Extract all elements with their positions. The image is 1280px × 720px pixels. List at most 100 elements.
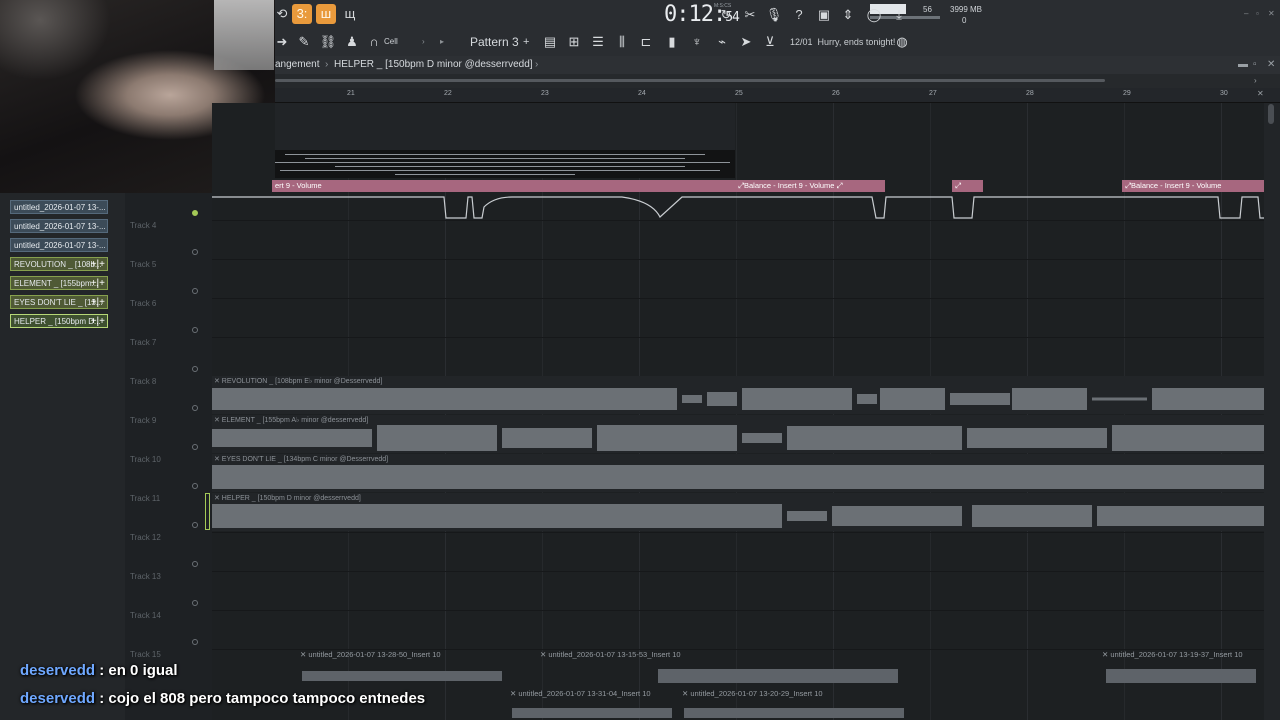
automation-curve[interactable]	[212, 193, 1264, 223]
audio-clip[interactable]: ✕ untitled_2026-01-07 13-31-04_Insert 10	[508, 688, 678, 720]
track-name[interactable]: Track 15	[130, 650, 161, 659]
track-name[interactable]: Track 11	[130, 494, 160, 503]
clip-label: ✕ untitled_2026-01-07 13-28-50_Insert 10	[300, 650, 441, 659]
track-name[interactable]: Track 14	[130, 611, 161, 620]
audio-clip[interactable]: ✕ EYES DON'T LIE _ [134bpm C minor @Dess…	[212, 454, 1264, 492]
project-title[interactable]: HELPER _ [150bpm D minor @desserrvedd]	[334, 59, 533, 70]
playlist-icon[interactable]: ▤	[540, 32, 560, 52]
scroll-right-icon[interactable]: ›	[1254, 76, 1257, 85]
window-minimize-icon[interactable]: ▬	[1238, 59, 1248, 70]
vertical-scroll[interactable]	[1264, 103, 1280, 720]
track-enable-toggle[interactable]	[192, 522, 198, 528]
track-enable-toggle[interactable]	[192, 444, 198, 450]
track-enable-toggle[interactable]	[192, 639, 198, 645]
audio-clip[interactable]: ✕ HELPER _ [150bpm D minor @desserrvedd]	[212, 493, 1264, 531]
mixer-icon[interactable]: ⫼	[612, 32, 632, 52]
track-enable-toggle[interactable]	[192, 210, 198, 216]
help-icon[interactable]: ?	[789, 5, 809, 25]
track-enable-toggle[interactable]	[192, 405, 198, 411]
picker-item[interactable]: ELEMENT _ [155bpm... +|+	[10, 276, 108, 290]
brush-icon[interactable]: ⌁	[712, 32, 732, 52]
track-name[interactable]: Track 7	[130, 338, 156, 347]
window-restore-icon[interactable]: ▫	[1253, 59, 1257, 70]
add-pattern-icon[interactable]: +	[523, 36, 529, 48]
automation-clip[interactable]: ⤢	[952, 180, 983, 192]
pattern-selector[interactable]: Pattern 3	[470, 35, 519, 49]
automation-clip[interactable]: ⤢Balance - Insert 9 - Volume ⤢	[735, 180, 885, 192]
track-enable-toggle[interactable]	[192, 600, 198, 606]
close-icon[interactable]: ✕	[1268, 9, 1275, 18]
maximize-icon[interactable]: ▫	[1256, 9, 1259, 18]
tools-icon[interactable]: ✂	[740, 5, 760, 25]
pattern-prev-icon[interactable]: ▸	[440, 37, 444, 46]
globe-icon[interactable]: ◍	[892, 32, 912, 52]
picker-item[interactable]: untitled_2026-01-07 13-...	[10, 238, 108, 252]
picker-item[interactable]: untitled_2026-01-07 13-...	[10, 219, 108, 233]
vertical-scroll-thumb[interactable]	[1268, 104, 1274, 124]
track-enable-toggle[interactable]	[192, 249, 198, 255]
stamp-icon[interactable]: ♟	[342, 32, 362, 52]
picker-item[interactable]: REVOLUTION _ [108b... +|+	[10, 257, 108, 271]
audio-clip[interactable]: ✕ REVOLUTION _ [108bpm E♭ minor @Desserr…	[212, 376, 1264, 414]
timeline-ruler[interactable]: 21 22 23 24 25 26 27 28 29 30 ✕	[275, 88, 1280, 103]
track-name[interactable]: Track 6	[130, 299, 156, 308]
breadcrumb-prefix[interactable]: angement	[275, 59, 319, 70]
picker-item-selected[interactable]: HELPER _ [150bpm D... +|+	[10, 314, 108, 328]
window-close-icon[interactable]: ✕	[1267, 59, 1275, 70]
save-icon[interactable]: ▣	[814, 5, 834, 25]
ruler-close-icon[interactable]: ✕	[1257, 89, 1264, 98]
undo-icon[interactable]: ↻	[716, 5, 736, 25]
arrow-right-icon[interactable]: ➜	[272, 32, 292, 52]
horizontal-scroll-thumb[interactable]	[275, 79, 1105, 82]
track-name[interactable]: Track 12	[130, 533, 161, 542]
browser-icon[interactable]: ⊏	[636, 32, 656, 52]
countdown-button[interactable]: 3:	[292, 4, 312, 24]
chat-icon[interactable]: ◯	[864, 5, 884, 25]
audio-clip[interactable]: ✕ untitled_2026-01-07 13-28-50_Insert 10	[298, 649, 510, 687]
automation-clip[interactable]: ⤢Balance - Insert 9 - Volume	[1122, 180, 1267, 192]
pattern-clip[interactable]	[275, 150, 735, 178]
bar-marker: 30	[1220, 90, 1228, 97]
track-name[interactable]: Track 10	[130, 455, 161, 464]
snap-select[interactable]: Cell	[384, 37, 398, 46]
cart-icon[interactable]: ⊻	[760, 32, 780, 52]
minimize-icon[interactable]: –	[1244, 9, 1248, 18]
track-name[interactable]: Track 8	[130, 377, 156, 386]
step-edit-button[interactable]: ш	[316, 4, 336, 24]
track-enable-toggle[interactable]	[192, 483, 198, 489]
download-icon[interactable]: ⤓	[889, 5, 909, 25]
track-enable-toggle[interactable]	[192, 561, 198, 567]
blend-notes-icon[interactable]: щ	[340, 4, 360, 24]
audio-clip[interactable]: ✕ untitled_2026-01-07 13-20-29_Insert 10	[680, 688, 910, 720]
snap-arrow-icon[interactable]: ›	[422, 37, 425, 46]
playlist-toolbar: ➜ ✎ ⛓ ♟ ∩ Cell › ▸ Pattern 3 + ▤ ⊞ ☰ ⫼ ⊏…	[272, 29, 1280, 56]
magnet-icon[interactable]: ∩	[364, 32, 384, 52]
plugin-icon[interactable]: ▮	[662, 32, 682, 52]
tag-icon[interactable]: ➤	[736, 32, 756, 52]
track-name[interactable]: Track 13	[130, 572, 161, 581]
automation-clip[interactable]: ert 9 - Volume	[272, 180, 738, 192]
track-enable-toggle[interactable]	[192, 366, 198, 372]
microphone-icon[interactable]: 🎙	[764, 5, 784, 25]
track-name[interactable]: Track 4	[130, 221, 156, 230]
piano-roll-icon[interactable]: ⊞	[564, 32, 584, 52]
news-ticker[interactable]: 12/01 Hurry, ends tonight!	[790, 37, 895, 47]
track-name[interactable]: Track 5	[130, 260, 156, 269]
picker-item[interactable]: untitled_2026-01-07 13-...	[10, 200, 108, 214]
chat-message: deservedd : cojo el 808 pero tampoco tam…	[20, 690, 425, 707]
export-icon[interactable]: ⇕	[838, 5, 858, 25]
loop-record-icon[interactable]: ⟲	[272, 4, 292, 24]
audio-clip[interactable]: ✕ untitled_2026-01-07 13-15-53_Insert 10	[538, 649, 978, 687]
channel-rack-icon[interactable]: ☰	[588, 32, 608, 52]
audio-clip[interactable]: ✕ untitled_2026-01-07 13-19-37_Insert 10	[1100, 649, 1264, 687]
track-enable-toggle[interactable]	[192, 288, 198, 294]
draw-tool-icon[interactable]: ✎	[294, 32, 314, 52]
pin-icon[interactable]: ♆	[687, 32, 707, 52]
audio-clip[interactable]: ✕ ELEMENT _ [155bpm A♭ minor @desserrved…	[212, 415, 1264, 453]
link-icon[interactable]: ⛓	[318, 32, 338, 52]
bar-marker: 21	[347, 90, 355, 97]
track-name[interactable]: Track 9	[130, 416, 156, 425]
track-enable-toggle[interactable]	[192, 327, 198, 333]
picker-item[interactable]: EYES DON'T LIE _ [13... +|+	[10, 295, 108, 309]
breadcrumb-arrow-icon[interactable]: ›	[535, 59, 538, 70]
